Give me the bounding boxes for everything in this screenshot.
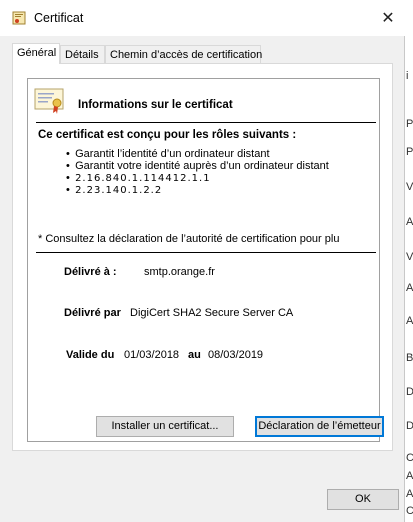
edge-text: A bbox=[406, 282, 413, 294]
certificate-icon bbox=[12, 11, 26, 25]
consult-note: * Consultez la déclaration de l’autorité… bbox=[38, 233, 340, 245]
roles-list: • Garantit l’identité d’un ordinateur di… bbox=[66, 148, 329, 196]
edge-text: D bbox=[406, 420, 413, 432]
close-button[interactable]: ✕ bbox=[378, 9, 398, 29]
info-title: Informations sur le certificat bbox=[78, 99, 233, 111]
valid-from-value: 01/03/2018 bbox=[124, 349, 180, 361]
title-bar[interactable]: Certificat ✕ bbox=[0, 0, 405, 36]
role-item: • Garantit l’identité d’un ordinateur di… bbox=[66, 148, 270, 160]
certificate-dialog: Certificat ✕ Général Détails Chemin d’ac… bbox=[0, 0, 405, 522]
close-icon: ✕ bbox=[381, 10, 395, 27]
certificate-large-icon bbox=[34, 88, 64, 114]
edge-text: V bbox=[406, 251, 413, 263]
valid-from-label: Valide du bbox=[66, 349, 115, 361]
issued-to-label: Délivré à : bbox=[64, 266, 117, 278]
valid-to-value: 08/03/2019 bbox=[208, 349, 264, 361]
edge-text: A bbox=[406, 216, 413, 228]
edge-text: V bbox=[406, 181, 413, 193]
window-title: Certificat bbox=[34, 11, 84, 25]
roles-title: Ce certificat est conçu pour les rôles s… bbox=[38, 129, 297, 141]
edge-text: P bbox=[406, 146, 413, 158]
role-item: • 2.16.840.1.114412.1.1 bbox=[66, 172, 211, 184]
edge-text: D bbox=[406, 386, 413, 398]
role-item: • 2.23.140.1.2.2 bbox=[66, 184, 163, 196]
tab-details[interactable]: Détails bbox=[60, 45, 105, 63]
tab-general[interactable]: Général bbox=[12, 43, 60, 64]
divider-bottom bbox=[36, 252, 376, 253]
ok-button[interactable]: OK bbox=[327, 489, 399, 510]
tab-certification-path[interactable]: Chemin d’accès de certification bbox=[105, 45, 262, 63]
edge-text: C bbox=[406, 505, 413, 517]
valid-to-label: au bbox=[188, 349, 201, 361]
edge-text: A bbox=[406, 470, 413, 482]
general-panel: Informations sur le certificat Ce certif… bbox=[12, 63, 393, 451]
edge-text: A bbox=[406, 315, 413, 327]
issued-by-value: DigiCert SHA2 Secure Server CA bbox=[130, 307, 294, 319]
issued-by-label: Délivré par bbox=[64, 307, 121, 319]
issued-to-value: smtp.orange.fr bbox=[144, 266, 215, 278]
edge-text: i bbox=[406, 70, 409, 82]
edge-text: C bbox=[406, 452, 413, 464]
edge-text: B bbox=[406, 352, 413, 364]
issuer-statement-button[interactable]: Déclaration de l’émetteur bbox=[255, 416, 384, 437]
divider-top bbox=[36, 122, 376, 123]
role-item: • Garantit votre identité auprès d’un or… bbox=[66, 160, 329, 172]
edge-text: A bbox=[406, 488, 413, 500]
certificate-info-box: Informations sur le certificat Ce certif… bbox=[27, 78, 380, 442]
install-certificate-button[interactable]: Installer un certificat... bbox=[96, 416, 234, 437]
edge-text: P bbox=[406, 118, 413, 130]
